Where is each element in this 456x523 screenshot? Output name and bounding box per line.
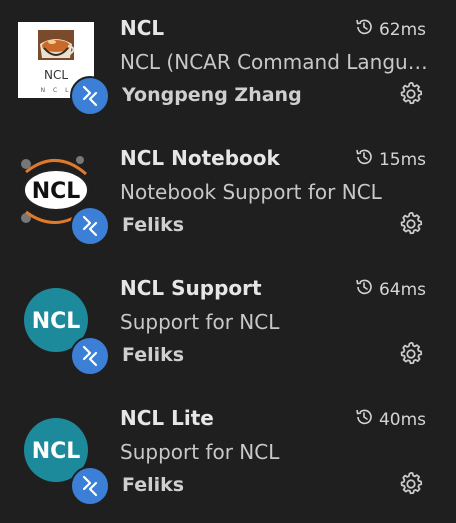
remote-badge-icon [70, 206, 110, 246]
ncl-logo-subtext: N C L [41, 87, 72, 94]
manage-gear-icon[interactable] [397, 340, 425, 368]
remote-badge-icon [70, 76, 110, 116]
activation-time: 64ms [354, 277, 426, 302]
extension-item-ncl-notebook[interactable]: NCL NCL Notebook Notebook Support for NC… [0, 130, 456, 260]
extension-author: Yongpeng Zhang [122, 84, 302, 106]
extension-description: Support for NCL [120, 310, 280, 334]
ncl-logo-text: NCL [32, 309, 81, 334]
extension-name: NCL Lite [120, 406, 214, 430]
activation-time: 15ms [354, 147, 426, 172]
extension-item-ncl[interactable]: NCL N C L NCL NCL (NCAR Command Language… [0, 0, 456, 130]
ncl-logo-text: NCL [32, 439, 81, 464]
extension-author: Feliks [122, 474, 185, 496]
extension-author: Feliks [122, 344, 185, 366]
activation-time: 62ms [354, 17, 426, 42]
manage-gear-icon[interactable] [397, 210, 425, 238]
activation-time-value: 15ms [378, 149, 426, 170]
manage-gear-icon[interactable] [397, 80, 425, 108]
activation-time: 40ms [354, 407, 426, 432]
extension-item-ncl-lite[interactable]: NCL NCL Lite Support for NCL Feliks 40ms [0, 390, 456, 520]
manage-gear-icon[interactable] [397, 470, 425, 498]
extension-author: Feliks [122, 214, 185, 236]
remote-badge-icon [70, 336, 110, 376]
extension-description: Notebook Support for NCL [120, 180, 382, 204]
history-icon [354, 407, 374, 432]
extension-description: Support for NCL [120, 440, 280, 464]
remote-badge-icon [70, 466, 110, 506]
extension-list: NCL N C L NCL NCL (NCAR Command Language… [0, 0, 456, 523]
activation-time-value: 64ms [378, 279, 426, 300]
extension-item-ncl-support[interactable]: NCL NCL Support Support for NCL Feliks 6… [0, 260, 456, 390]
history-icon [354, 147, 374, 172]
extension-name: NCL [120, 16, 165, 40]
ncl-logo-text: NCL [44, 68, 68, 82]
extension-name: NCL Support [120, 276, 262, 300]
ncl-logo-text: NCL [32, 179, 81, 204]
activation-time-value: 40ms [378, 409, 426, 430]
history-icon [354, 277, 374, 302]
extension-description: NCL (NCAR Command Language) ... [120, 50, 430, 74]
extension-name: NCL Notebook [120, 146, 280, 170]
history-icon [354, 17, 374, 42]
activation-time-value: 62ms [378, 19, 426, 40]
